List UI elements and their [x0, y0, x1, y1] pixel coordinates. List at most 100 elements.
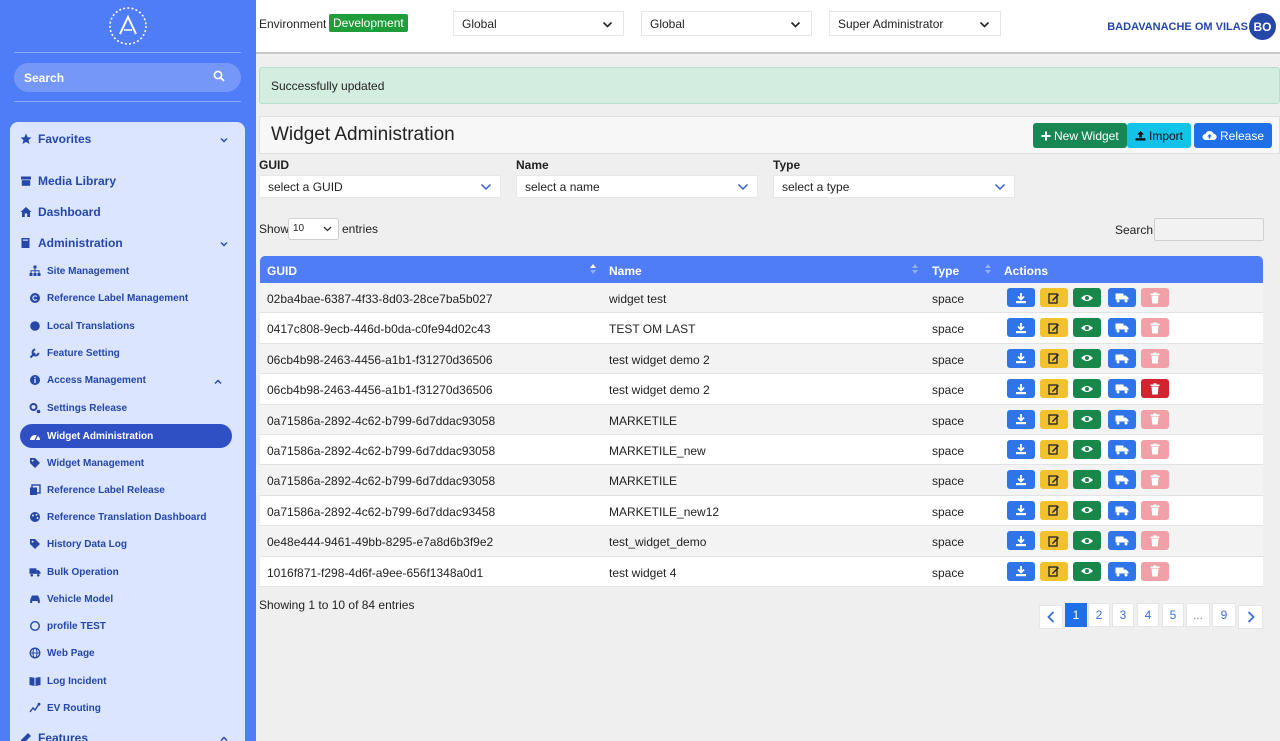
delete-button[interactable]: [1141, 561, 1169, 581]
view-button[interactable]: [1073, 379, 1101, 399]
guid-filter-select[interactable]: select a GUID: [259, 175, 501, 198]
view-button[interactable]: [1073, 348, 1101, 368]
sidebar-item-widget-management[interactable]: Widget Management: [29, 457, 144, 469]
pagination-page[interactable]: 2: [1088, 603, 1110, 627]
page-size-select[interactable]: 10: [288, 218, 339, 240]
download-button[interactable]: [1007, 348, 1035, 368]
release-button[interactable]: Release: [1194, 123, 1273, 148]
new-widget-button[interactable]: New Widget: [1033, 123, 1127, 148]
column-header-guid[interactable]: GUID: [267, 264, 297, 278]
sidebar-item-vehicle-model[interactable]: Vehicle Model: [29, 593, 113, 605]
sidebar-item-bulk-operation[interactable]: Bulk Operation: [29, 566, 119, 578]
pagination-page[interactable]: 9: [1212, 603, 1236, 627]
transfer-button[interactable]: [1108, 379, 1136, 399]
delete-button[interactable]: [1141, 409, 1169, 429]
type-filter-select[interactable]: select a type: [773, 175, 1015, 198]
transfer-button[interactable]: [1108, 348, 1136, 368]
role-select[interactable]: Super Administrator: [829, 11, 1001, 36]
import-button[interactable]: Import: [1127, 123, 1192, 148]
delete-button[interactable]: [1141, 531, 1169, 551]
download-button[interactable]: [1007, 561, 1035, 581]
sidebar-item-widget-administration[interactable]: Widget Administration: [29, 430, 153, 442]
sort-icon[interactable]: [985, 263, 991, 275]
view-button[interactable]: [1073, 531, 1101, 551]
transfer-button[interactable]: [1108, 561, 1136, 581]
download-button[interactable]: [1007, 379, 1035, 399]
sidebar-item-reference-label-release[interactable]: Reference Label Release: [29, 484, 165, 496]
view-button[interactable]: [1073, 470, 1101, 490]
download-button[interactable]: [1007, 470, 1035, 490]
scope-select-1[interactable]: Global: [453, 11, 624, 36]
sidebar-item-administration[interactable]: Administration: [20, 236, 123, 250]
sidebar-item-media-library[interactable]: Media Library: [20, 174, 116, 188]
download-button[interactable]: [1007, 318, 1035, 338]
pagination-page[interactable]: 4: [1137, 603, 1159, 627]
download-button[interactable]: [1007, 500, 1035, 520]
view-button[interactable]: [1073, 439, 1101, 459]
name-filter-select[interactable]: select a name: [516, 175, 758, 198]
sidebar-item-ev-routing[interactable]: EV Routing: [29, 702, 101, 714]
edit-button[interactable]: [1040, 288, 1068, 307]
sidebar-item-history-data-log[interactable]: History Data Log: [29, 538, 127, 550]
transfer-button[interactable]: [1108, 318, 1136, 338]
transfer-button[interactable]: [1108, 288, 1136, 307]
sidebar-item-site-management[interactable]: Site Management: [29, 265, 129, 277]
edit-button[interactable]: [1040, 318, 1068, 338]
column-header-name[interactable]: Name: [609, 264, 642, 278]
edit-button[interactable]: [1040, 500, 1068, 520]
delete-button[interactable]: [1141, 288, 1169, 307]
download-button[interactable]: [1007, 439, 1035, 459]
edit-button[interactable]: [1040, 531, 1068, 551]
delete-button[interactable]: [1141, 500, 1169, 520]
transfer-button[interactable]: [1108, 470, 1136, 490]
sidebar-item-profile-test[interactable]: profile TEST: [29, 620, 106, 632]
view-button[interactable]: [1073, 318, 1101, 338]
sort-icon[interactable]: [912, 263, 918, 275]
table-search-input[interactable]: [1154, 218, 1264, 241]
download-button[interactable]: [1007, 288, 1035, 307]
edit-button[interactable]: [1040, 439, 1068, 459]
chevron-up-icon[interactable]: [219, 734, 229, 741]
sidebar-item-log-incident[interactable]: Log Incident: [29, 675, 106, 687]
pagination-page[interactable]: 3: [1112, 603, 1134, 627]
view-button[interactable]: [1073, 409, 1101, 429]
download-button[interactable]: [1007, 531, 1035, 551]
sidebar-item-features[interactable]: Features: [20, 731, 88, 741]
sidebar-item-settings-release[interactable]: Settings Release: [29, 402, 127, 414]
search-icon[interactable]: [213, 70, 225, 85]
sidebar-item-web-page[interactable]: Web Page: [29, 647, 95, 659]
sidebar-item-dashboard[interactable]: Dashboard: [20, 205, 101, 219]
view-button[interactable]: [1073, 500, 1101, 520]
sidebar-item-favorites[interactable]: Favorites: [20, 132, 91, 146]
delete-button[interactable]: [1141, 379, 1169, 399]
sidebar-search[interactable]: Search: [14, 63, 241, 92]
pagination-next-button[interactable]: [1238, 605, 1263, 629]
logo[interactable]: [106, 6, 150, 46]
sidebar-item-feature-setting[interactable]: Feature Setting: [29, 347, 120, 359]
delete-button[interactable]: [1141, 439, 1169, 459]
delete-button[interactable]: [1141, 318, 1169, 338]
sort-asc-icon[interactable]: [590, 263, 596, 275]
delete-button[interactable]: [1141, 348, 1169, 368]
transfer-button[interactable]: [1108, 531, 1136, 551]
transfer-button[interactable]: [1108, 500, 1136, 520]
pagination-page[interactable]: 5: [1162, 603, 1184, 627]
scope-select-2[interactable]: Global: [641, 11, 812, 36]
transfer-button[interactable]: [1108, 439, 1136, 459]
edit-button[interactable]: [1040, 348, 1068, 368]
sidebar-item-access-management[interactable]: Access Management: [29, 374, 146, 386]
view-button[interactable]: [1073, 288, 1101, 307]
pagination-page[interactable]: 1: [1065, 603, 1087, 627]
edit-button[interactable]: [1040, 470, 1068, 490]
edit-button[interactable]: [1040, 561, 1068, 581]
view-button[interactable]: [1073, 561, 1101, 581]
edit-button[interactable]: [1040, 409, 1068, 429]
edit-button[interactable]: [1040, 379, 1068, 399]
pagination-prev-button[interactable]: [1039, 605, 1063, 629]
download-button[interactable]: [1007, 409, 1035, 429]
delete-button[interactable]: [1141, 470, 1169, 490]
avatar[interactable]: BO: [1249, 13, 1276, 40]
chevron-down-icon[interactable]: [219, 135, 229, 145]
transfer-button[interactable]: [1108, 409, 1136, 429]
chevron-down-icon[interactable]: [219, 239, 229, 249]
